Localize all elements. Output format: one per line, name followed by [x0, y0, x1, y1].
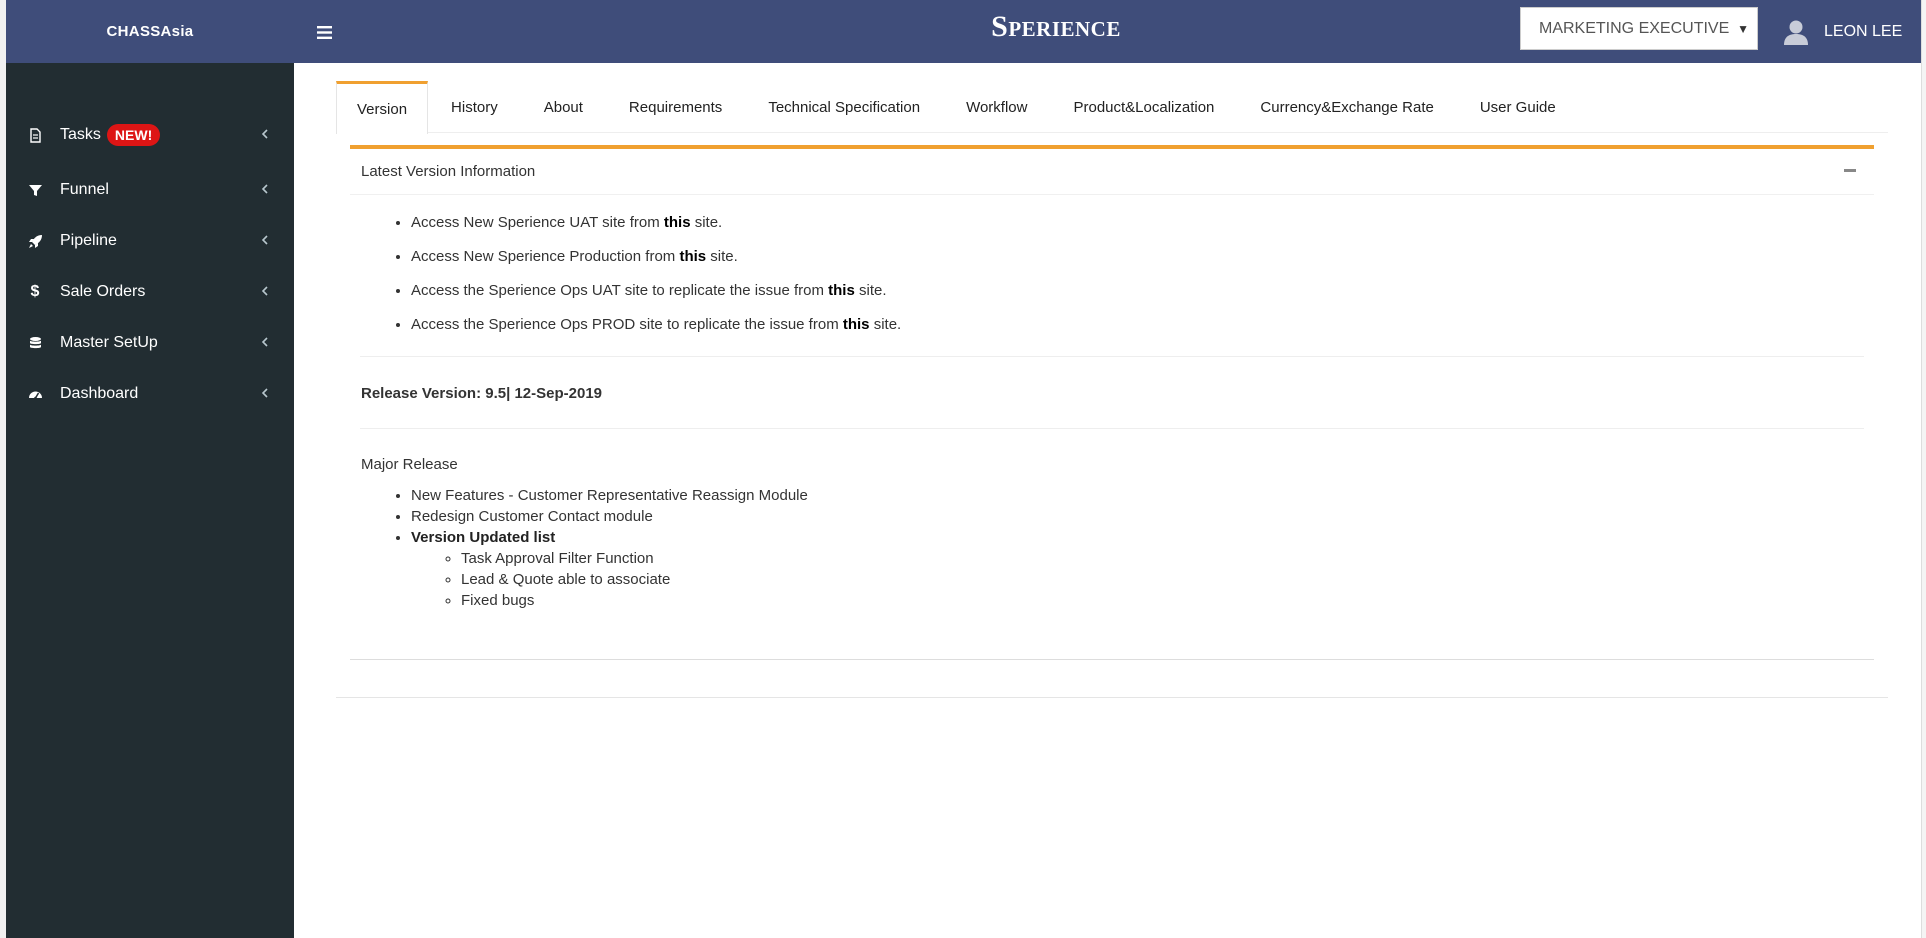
new-badge: NEW! [106, 124, 161, 146]
sidebar-item-pipeline[interactable]: Pipeline [6, 219, 294, 263]
list-item: Version Updated list Task Approval Filte… [411, 527, 1874, 611]
role-select-value: MARKETING EXECUTIVE [1539, 19, 1730, 37]
sidebar-item-dashboard[interactable]: Dashboard [6, 372, 294, 416]
app-root: CHASSAsia Sperience MARKETING EXECUTIVE … [0, 0, 1926, 938]
rocket-icon [26, 232, 44, 250]
sidebar-item-label: Tasks [60, 126, 101, 143]
caret-down-icon: ▼ [1737, 22, 1749, 36]
sidebar: Tasks NEW! Funnel Pipeline $ Sale Orders… [6, 63, 294, 938]
tab-technical-specification[interactable]: Technical Specification [745, 81, 943, 133]
tab-about[interactable]: About [521, 81, 606, 133]
hamburger-menu-icon[interactable] [312, 20, 336, 44]
list-item: Access New Sperience UAT site from this … [411, 206, 1874, 240]
content-bottom-rule [336, 697, 1888, 698]
list-item: Lead & Quote able to associate [461, 569, 1874, 590]
link-text: site. [706, 248, 738, 265]
chevron-left-icon [261, 286, 268, 296]
version-info-panel: Latest Version Information Access New Sp… [350, 145, 1874, 660]
sidebar-item-label: Dashboard [60, 385, 139, 402]
filter-icon [26, 181, 44, 199]
tab-bar: Version History About Requirements Techn… [336, 81, 1888, 134]
features-list: New Features - Customer Representative R… [350, 485, 1874, 611]
link-text: site. [869, 316, 902, 333]
sidebar-item-label: Sale Orders [60, 283, 146, 300]
list-item: Access the Sperience Ops PROD site to re… [411, 308, 1874, 342]
top-header: CHASSAsia Sperience MARKETING EXECUTIVE … [6, 0, 1921, 63]
tab-version[interactable]: Version [336, 81, 429, 134]
tab-history[interactable]: History [428, 81, 521, 133]
main-content: Version History About Requirements Techn… [294, 63, 1921, 938]
list-item: New Features - Customer Representative R… [411, 485, 1874, 506]
document-icon [26, 126, 44, 144]
sidebar-item-sale-orders[interactable]: $ Sale Orders [6, 270, 294, 314]
app-title: Sperience [991, 10, 1121, 43]
sidebar-item-tasks[interactable]: Tasks NEW! [6, 113, 294, 157]
tab-workflow[interactable]: Workflow [943, 81, 1050, 133]
panel-title: Latest Version Information [361, 163, 536, 180]
chevron-left-icon [261, 337, 268, 347]
release-version: Release Version: 9.5| 12-Sep-2019 [361, 385, 603, 402]
link-text: Access the Sperience Ops UAT site to rep… [411, 282, 829, 299]
site-link[interactable]: this [828, 282, 855, 299]
link-text: site. [854, 282, 887, 299]
major-release-title: Major Release [361, 456, 458, 473]
sidebar-item-master-setup[interactable]: Master SetUp [6, 321, 294, 365]
updated-list-title: Version Updated list [411, 529, 556, 546]
sidebar-item-label: Pipeline [60, 232, 117, 249]
list-item: Fixed bugs [461, 590, 1874, 611]
link-text: Access New Sperience Production from [411, 248, 680, 265]
chevron-left-icon [261, 235, 268, 245]
user-avatar-icon [1784, 20, 1808, 45]
chevron-left-icon [261, 388, 268, 398]
link-text: Access New Sperience UAT site from [411, 214, 664, 231]
tab-user-guide[interactable]: User Guide [1457, 81, 1579, 133]
database-icon [26, 334, 44, 352]
window-right-border [1921, 0, 1926, 938]
sidebar-item-label: Funnel [60, 181, 109, 198]
tab-product-localization[interactable]: Product&Localization [1050, 81, 1237, 133]
panel-header: Latest Version Information [350, 149, 1874, 195]
list-item: Task Approval Filter Function [461, 548, 1874, 569]
site-links-list: Access New Sperience UAT site from this … [350, 195, 1874, 342]
sidebar-item-label: Master SetUp [60, 334, 158, 351]
site-link[interactable]: this [843, 316, 870, 333]
list-item: Access New Sperience Production from thi… [411, 240, 1874, 274]
updated-items-list: Task Approval Filter Function Lead & Quo… [411, 548, 1874, 611]
site-link[interactable]: this [664, 214, 691, 231]
link-text: site. [690, 214, 723, 231]
chevron-left-icon [261, 184, 268, 194]
chevron-left-icon [261, 129, 268, 139]
site-link[interactable]: this [679, 248, 706, 265]
link-text: Access the Sperience Ops PROD site to re… [411, 316, 843, 333]
dollar-icon: $ [30, 283, 40, 300]
list-item: Redesign Customer Contact module [411, 506, 1874, 527]
user-name: LEON LEE [1824, 22, 1903, 40]
user-menu[interactable]: LEON LEE [1782, 0, 1902, 63]
role-select[interactable]: MARKETING EXECUTIVE ▼ [1520, 7, 1758, 50]
tab-requirements[interactable]: Requirements [606, 81, 745, 133]
tab-currency-exchange-rate[interactable]: Currency&Exchange Rate [1237, 81, 1456, 133]
sidebar-item-funnel[interactable]: Funnel [6, 168, 294, 212]
dashboard-icon [26, 385, 44, 403]
collapse-minus-icon[interactable] [1844, 169, 1856, 172]
list-item: Access the Sperience Ops UAT site to rep… [411, 274, 1874, 308]
brand-logo[interactable]: CHASSAsia [6, 0, 294, 63]
